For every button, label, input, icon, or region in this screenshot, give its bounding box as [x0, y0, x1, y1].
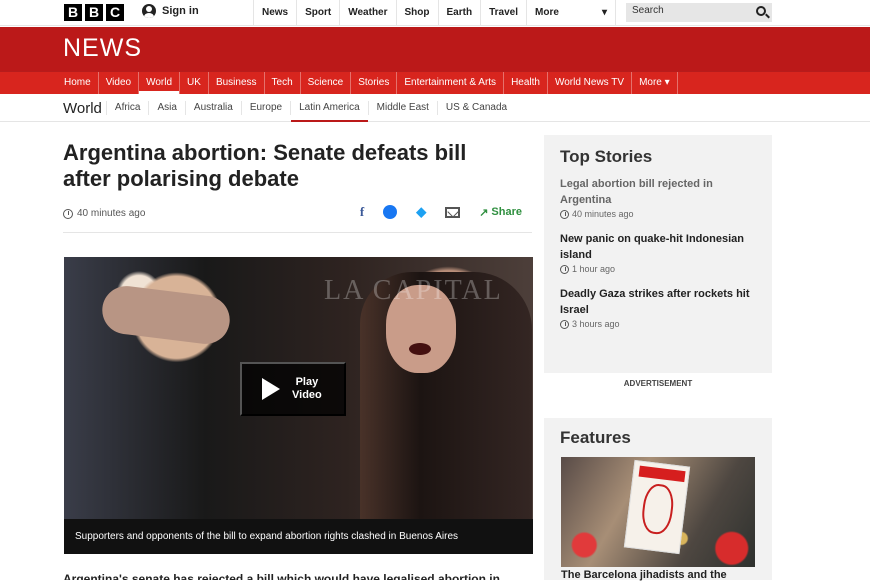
search-icon[interactable] — [756, 6, 766, 16]
subnav-europe[interactable]: Europe — [240, 101, 290, 115]
top-story-item[interactable]: Legal abortion bill rejected in Argentin… — [560, 176, 756, 219]
top-nav-news[interactable]: News — [253, 0, 296, 26]
subnav-asia[interactable]: Asia — [148, 101, 184, 115]
article-time: 40 minutes ago — [63, 208, 145, 219]
subnav-australia[interactable]: Australia — [184, 101, 241, 115]
subnav-middle-east[interactable]: Middle East — [367, 101, 437, 115]
news-wordmark[interactable]: NEWS — [63, 34, 142, 63]
top-stories-title: Top Stories — [560, 147, 653, 166]
play-label: Play — [295, 376, 319, 388]
top-story-time-label: 3 hours ago — [572, 319, 620, 329]
global-navigation: News Sport Weather Shop Earth Travel Mor… — [253, 0, 616, 26]
nav-uk[interactable]: UK — [180, 72, 209, 94]
feature-image[interactable] — [561, 457, 755, 567]
top-story-time: 1 hour ago — [560, 264, 756, 274]
nav-business[interactable]: Business — [209, 72, 265, 94]
share-icon: ↗ — [479, 206, 489, 219]
share-label: Share — [491, 206, 522, 218]
video-label: Video — [292, 389, 322, 401]
poster-red-banner — [638, 465, 686, 483]
top-story-title[interactable]: New panic on quake-hit Indonesian island — [560, 231, 756, 263]
nav-video[interactable]: Video — [99, 72, 140, 94]
memorial-poster — [623, 459, 691, 555]
nav-health[interactable]: Health — [504, 72, 548, 94]
play-video-label: Play Video — [292, 376, 322, 402]
top-nav-sport[interactable]: Sport — [296, 0, 339, 26]
bbc-logo-letter-c: C — [106, 4, 124, 21]
subnav-africa[interactable]: Africa — [105, 101, 149, 115]
pointing-arm — [99, 283, 233, 347]
search-placeholder: Search — [632, 5, 664, 16]
top-nav-more[interactable]: More ▾ — [526, 0, 616, 26]
share-tools: f ◆ ↗ Share — [360, 204, 522, 220]
article-time-label: 40 minutes ago — [77, 208, 146, 219]
nav-world-news-tv[interactable]: World News TV — [548, 72, 633, 94]
search-input[interactable]: Search — [626, 3, 772, 22]
nav-science[interactable]: Science — [301, 72, 352, 94]
article-headline: Argentina abortion: Senate defeats bill … — [63, 140, 467, 191]
features-title: Features — [560, 428, 631, 447]
top-story-time: 3 hours ago — [560, 319, 756, 329]
chevron-down-icon: ▾ — [601, 7, 607, 18]
top-story-item[interactable]: Deadly Gaza strikes after rockets hit Is… — [560, 286, 756, 329]
news-masthead: NEWS Home Video World UK Business Tech S… — [0, 27, 870, 94]
nav-world[interactable]: World — [139, 72, 181, 94]
clock-icon — [560, 209, 569, 219]
subnav-us-canada[interactable]: US & Canada — [436, 101, 515, 115]
facebook-icon[interactable]: f — [360, 204, 364, 220]
features-panel: Features The Barcelona jihadists and the — [544, 418, 772, 581]
share-button[interactable]: ↗ Share — [479, 206, 522, 219]
protester-mouth — [409, 343, 431, 355]
bbc-logo-letter-b2: B — [85, 4, 103, 21]
protest-photo: LA CAPITAL Play Video — [64, 257, 533, 519]
top-nav-more-label: More — [535, 7, 559, 18]
article-body-start: Argentina's senate has rejected a bill w… — [63, 572, 500, 580]
twitter-icon[interactable]: ◆ — [416, 204, 426, 220]
play-video-button[interactable]: Play Video — [240, 362, 346, 416]
nav-stories[interactable]: Stories — [351, 72, 398, 94]
top-story-time: 40 minutes ago — [560, 209, 756, 219]
top-nav-travel[interactable]: Travel — [480, 0, 526, 26]
nav-home[interactable]: Home — [57, 72, 99, 94]
world-subnavigation: World Africa Asia Australia Europe Latin… — [0, 95, 870, 122]
image-watermark: LA CAPITAL — [324, 275, 503, 306]
bbc-logo-letter-b1: B — [64, 4, 82, 21]
top-story-item[interactable]: New panic on quake-hit Indonesian island… — [560, 231, 756, 274]
top-story-time-label: 1 hour ago — [572, 264, 616, 274]
nav-entertainment-arts[interactable]: Entertainment & Arts — [397, 72, 505, 94]
top-stories-panel: Top Stories Legal abortion bill rejected… — [544, 135, 772, 373]
top-nav-earth[interactable]: Earth — [437, 0, 481, 26]
news-section-navigation: Home Video World UK Business Tech Scienc… — [0, 71, 870, 94]
article-meta: 40 minutes ago f ◆ ↗ Share — [63, 204, 532, 233]
bbc-logo[interactable]: B B C — [64, 4, 124, 21]
section-title[interactable]: World — [63, 100, 102, 117]
email-icon[interactable] — [445, 206, 461, 218]
top-story-title[interactable]: Deadly Gaza strikes after rockets hit Is… — [560, 286, 756, 318]
clock-icon — [560, 319, 569, 329]
advertisement-label: ADVERTISEMENT — [623, 379, 693, 388]
clock-icon — [560, 264, 569, 274]
poster-face-drawing — [639, 482, 676, 536]
bbc-top-bar: B B C Sign in News Sport Weather Shop Ea… — [0, 0, 870, 26]
top-story-title[interactable]: Legal abortion bill rejected in Argentin… — [560, 176, 756, 208]
sign-in-label: Sign in — [162, 5, 199, 17]
sign-in-link[interactable]: Sign in — [142, 4, 199, 18]
clock-icon — [63, 208, 73, 219]
top-nav-weather[interactable]: Weather — [339, 0, 395, 26]
nav-more[interactable]: More ▾ — [632, 72, 678, 94]
subnav-latin-america[interactable]: Latin America — [290, 101, 368, 122]
top-story-time-label: 40 minutes ago — [572, 209, 634, 219]
video-caption: Supporters and opponents of the bill to … — [64, 519, 533, 554]
messenger-icon[interactable] — [383, 205, 398, 219]
nav-tech[interactable]: Tech — [265, 72, 301, 94]
article-video[interactable]: LA CAPITAL Play Video Supporters and opp… — [64, 257, 533, 554]
user-icon — [142, 4, 156, 18]
top-nav-shop[interactable]: Shop — [395, 0, 438, 26]
play-icon — [262, 378, 280, 400]
